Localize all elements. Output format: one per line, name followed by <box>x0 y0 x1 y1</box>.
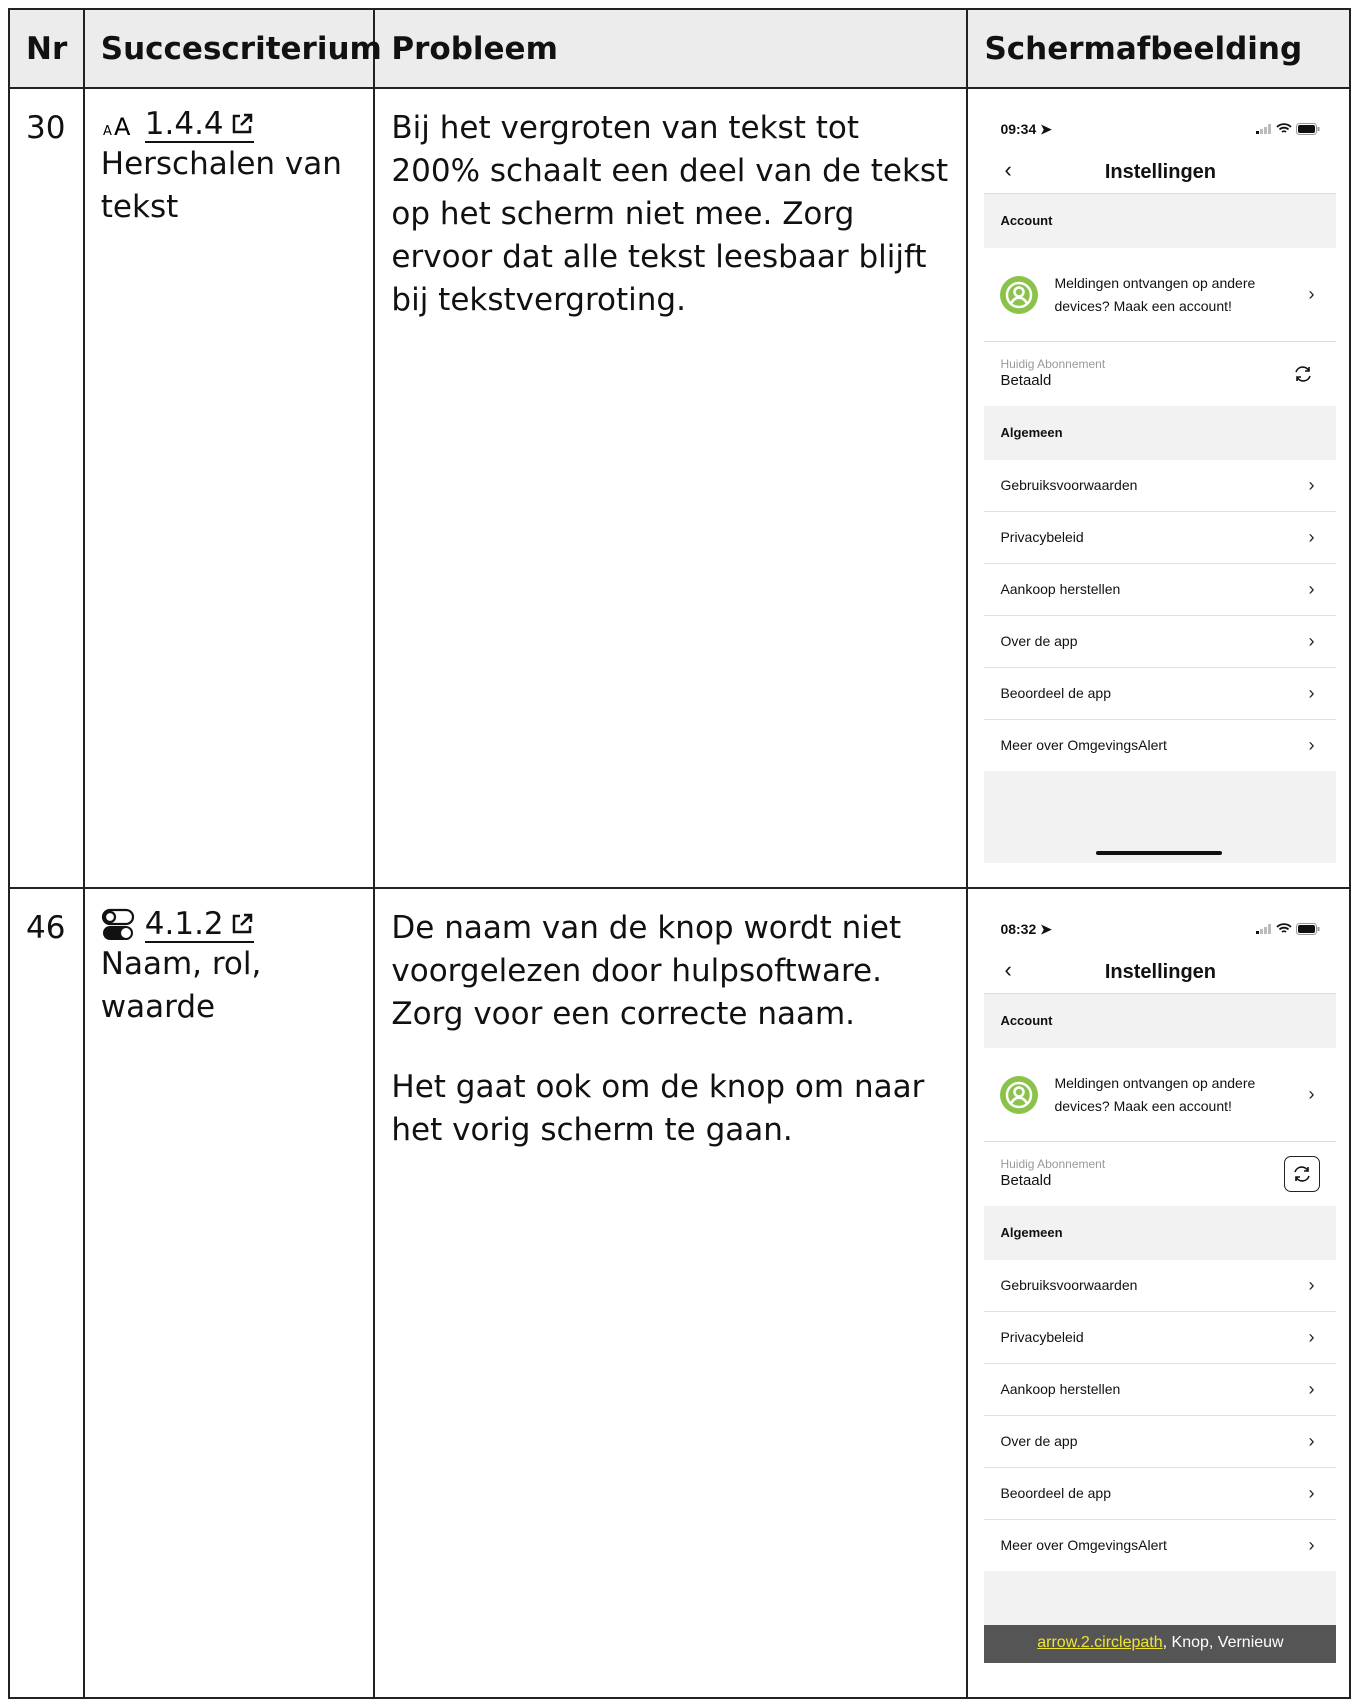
chevron-right-icon: › <box>1308 1084 1315 1104</box>
menu-item-terms[interactable]: Gebruiksvoorwaarden › <box>984 460 1337 512</box>
problem-text: Bij het vergroten van tekst tot 200% sch… <box>391 110 949 318</box>
chevron-right-icon: › <box>1308 683 1315 703</box>
header-probleem: Probleem <box>373 8 969 89</box>
status-bar: 09:34 ➤ <box>984 107 1336 151</box>
subscription-label: Huidig Abonnement <box>1000 357 1106 371</box>
chevron-right-icon: › <box>1308 1379 1315 1399</box>
subscription-value: Betaald <box>1000 372 1052 389</box>
menu-item-privacy[interactable]: Privacybeleid › <box>984 1312 1337 1364</box>
screenshot-cell: 08:32 ➤ ‹ Instellingen Account Meldingen… <box>966 887 1351 1699</box>
voiceover-highlight: arrow.2.circlepath <box>1037 1634 1163 1651</box>
account-text: Meldingen ontvangen op andere devices? M… <box>1054 274 1256 314</box>
menu-item-about[interactable]: Over de app › <box>984 1416 1337 1468</box>
problem-text: De naam van de knop wordt niet voorgelez… <box>391 910 902 1032</box>
back-chevron-icon[interactable]: ‹ <box>1004 159 1011 181</box>
criterion-name: Herschalen van tekst <box>100 146 342 225</box>
chevron-right-icon: › <box>1308 475 1315 495</box>
svg-text:A: A <box>103 124 112 139</box>
criterion-code: 4.1.2 <box>144 906 224 942</box>
account-row[interactable]: Meldingen ontvangen op andere devices? M… <box>984 248 1337 342</box>
header-row: Nr Succescriterium Probleem Schermafbeel… <box>8 8 1351 89</box>
menu-item-more[interactable]: Meer over OmgevingsAlert › <box>984 720 1336 771</box>
account-text: Meldingen ontvangen op andere devices? M… <box>1054 1074 1256 1114</box>
back-chevron-icon[interactable]: ‹ <box>1004 959 1011 981</box>
nav-bar: ‹ Instellingen <box>984 951 1337 994</box>
user-avatar-icon <box>1000 1075 1039 1114</box>
audit-table: Nr Succescriterium Probleem Schermafbeel… <box>8 8 1351 1699</box>
external-link-icon <box>232 113 252 134</box>
refresh-icon[interactable] <box>1284 1156 1321 1192</box>
chevron-right-icon: › <box>1308 1327 1315 1347</box>
section-header-account: Account <box>984 1013 1337 1048</box>
header-nr: Nr <box>8 8 85 89</box>
menu-item-restore[interactable]: Aankoop herstellen › <box>984 564 1337 616</box>
chevron-right-icon: › <box>1308 1483 1315 1503</box>
refresh-icon[interactable] <box>1286 357 1320 391</box>
wifi-icon <box>1276 923 1293 933</box>
signal-icon <box>1256 924 1272 934</box>
chevron-right-icon: › <box>1308 284 1315 304</box>
phone-screenshot: 09:34 ➤ ‹ Instellingen Account Meldingen… <box>984 107 1337 863</box>
criterion-link[interactable]: 4.1.2 <box>144 906 254 943</box>
voiceover-caption: arrow.2.circlepath, Knop, Vernieuw <box>984 1625 1337 1663</box>
menu-item-privacy[interactable]: Privacybeleid › <box>984 512 1337 564</box>
header-screenshot: Schermafbeelding <box>966 8 1351 89</box>
wifi-icon <box>1276 123 1293 133</box>
battery-icon <box>1296 123 1320 135</box>
subscription-row: Huidig Abonnement Betaald <box>984 1142 1336 1206</box>
problem-cell: Bij het vergroten van tekst tot 200% sch… <box>373 87 969 889</box>
svg-text:A: A <box>114 113 131 141</box>
subscription-value: Betaald <box>1000 1172 1052 1189</box>
chevron-right-icon: › <box>1308 735 1315 755</box>
row-number: 30 <box>8 87 85 889</box>
screenshot-cell: 09:34 ➤ ‹ Instellingen Account Meldingen… <box>966 87 1351 889</box>
external-link-icon <box>232 913 252 934</box>
chevron-right-icon: › <box>1308 1535 1315 1555</box>
voiceover-rest: , Knop, Vernieuw <box>1162 1634 1284 1651</box>
table-row: 46 4.1.2 Naam, rol, waarde De naam van d… <box>8 887 1351 1699</box>
section-header-account: Account <box>984 213 1337 248</box>
menu-item-about[interactable]: Over de app › <box>984 616 1337 668</box>
menu-item-rate[interactable]: Beoordeel de app › <box>984 1468 1337 1520</box>
status-bar: 08:32 ➤ <box>984 907 1336 951</box>
criterion-cell: 4.1.2 Naam, rol, waarde <box>82 887 376 1699</box>
nav-title: Instellingen <box>1104 160 1216 183</box>
problem-cell: De naam van de knop wordt niet voorgelez… <box>373 887 969 1699</box>
nav-title: Instellingen <box>1104 960 1216 983</box>
chevron-right-icon: › <box>1308 1275 1315 1295</box>
status-time: 09:34 ➤ <box>1000 120 1052 137</box>
row-number: 46 <box>8 887 85 1699</box>
criterion-link[interactable]: 1.4.4 <box>144 106 254 143</box>
criterion-code: 1.4.4 <box>144 106 224 142</box>
text-resize-icon: AA <box>101 108 135 142</box>
phone-screenshot: 08:32 ➤ ‹ Instellingen Account Meldingen… <box>984 907 1337 1667</box>
chevron-right-icon: › <box>1308 527 1315 547</box>
header-criterium: Succescriterium <box>82 8 382 89</box>
problem-text: Het gaat ook om de knop om naar het vori… <box>391 1069 925 1148</box>
section-header-general: Algemeen <box>984 1225 1337 1260</box>
account-row[interactable]: Meldingen ontvangen op andere devices? M… <box>984 1048 1337 1142</box>
toggle-switch-icon <box>101 908 135 942</box>
subscription-row: Huidig Abonnement Betaald <box>984 342 1336 406</box>
signal-icon <box>1256 124 1272 134</box>
status-time: 08:32 ➤ <box>1000 920 1052 937</box>
subscription-label: Huidig Abonnement <box>1000 1157 1106 1171</box>
criterion-name: Naam, rol, waarde <box>100 946 262 1025</box>
menu-item-more[interactable]: Meer over OmgevingsAlert › <box>984 1520 1336 1571</box>
chevron-right-icon: › <box>1308 1431 1315 1451</box>
home-indicator[interactable] <box>1096 851 1223 855</box>
menu-item-terms[interactable]: Gebruiksvoorwaarden › <box>984 1260 1337 1312</box>
chevron-right-icon: › <box>1308 579 1315 599</box>
menu-item-rate[interactable]: Beoordeel de app › <box>984 668 1337 720</box>
menu-item-restore[interactable]: Aankoop herstellen › <box>984 1364 1337 1416</box>
chevron-right-icon: › <box>1308 631 1315 651</box>
table-row: 30 AA 1.4.4 Herschalen van tekst Bij het… <box>8 87 1351 889</box>
user-avatar-icon <box>1000 275 1039 314</box>
criterion-cell: AA 1.4.4 Herschalen van tekst <box>82 87 376 889</box>
battery-icon <box>1296 923 1320 935</box>
section-header-general: Algemeen <box>984 425 1337 460</box>
nav-bar: ‹ Instellingen <box>984 151 1337 194</box>
